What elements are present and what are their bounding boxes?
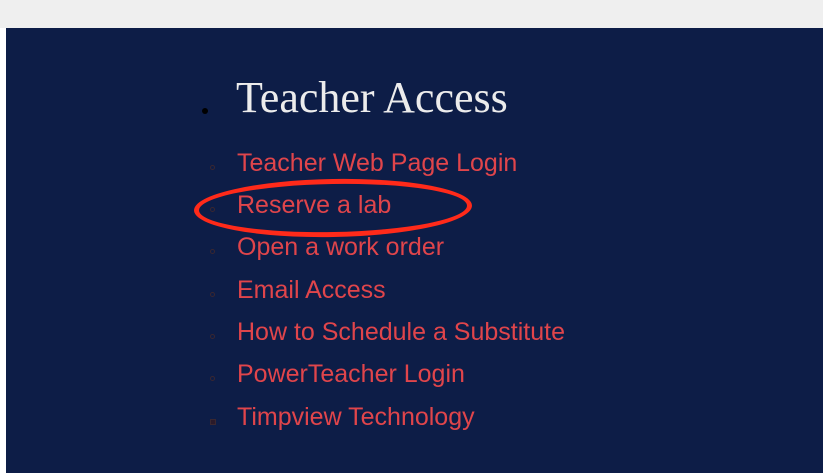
email-access-link[interactable]: Email Access xyxy=(237,276,386,305)
teacher-web-page-login-link[interactable]: Teacher Web Page Login xyxy=(237,149,517,178)
schedule-substitute-link[interactable]: How to Schedule a Substitute xyxy=(237,318,565,347)
list-item-teacher-web-page-login: Teacher Web Page Login xyxy=(0,145,700,185)
timpview-technology-link[interactable]: Timpview Technology xyxy=(237,403,475,432)
browser-top-strip xyxy=(0,0,823,28)
heading-bullet xyxy=(202,108,208,114)
circle-bullet-icon xyxy=(210,249,215,254)
list-item-timpview-technology: Timpview Technology xyxy=(0,399,700,439)
circle-bullet-icon xyxy=(210,207,215,212)
list-item-open-a-work-order: Open a work order xyxy=(0,229,700,269)
reserve-a-lab-link[interactable]: Reserve a lab xyxy=(237,191,391,220)
circle-bullet-icon xyxy=(210,334,215,339)
circle-bullet-icon xyxy=(210,292,215,297)
list-item-reserve-a-lab: Reserve a lab xyxy=(0,187,700,227)
list-item-schedule-substitute: How to Schedule a Substitute xyxy=(0,314,700,354)
section-heading: Teacher Access xyxy=(236,73,508,122)
circle-bullet-icon xyxy=(210,165,215,170)
square-bullet-icon xyxy=(210,419,216,425)
list-item-powerteacher-login: PowerTeacher Login xyxy=(0,356,700,396)
circle-bullet-icon xyxy=(210,376,215,381)
powerteacher-login-link[interactable]: PowerTeacher Login xyxy=(237,360,465,389)
list-item-email-access: Email Access xyxy=(0,272,700,312)
open-a-work-order-link[interactable]: Open a work order xyxy=(237,233,444,262)
